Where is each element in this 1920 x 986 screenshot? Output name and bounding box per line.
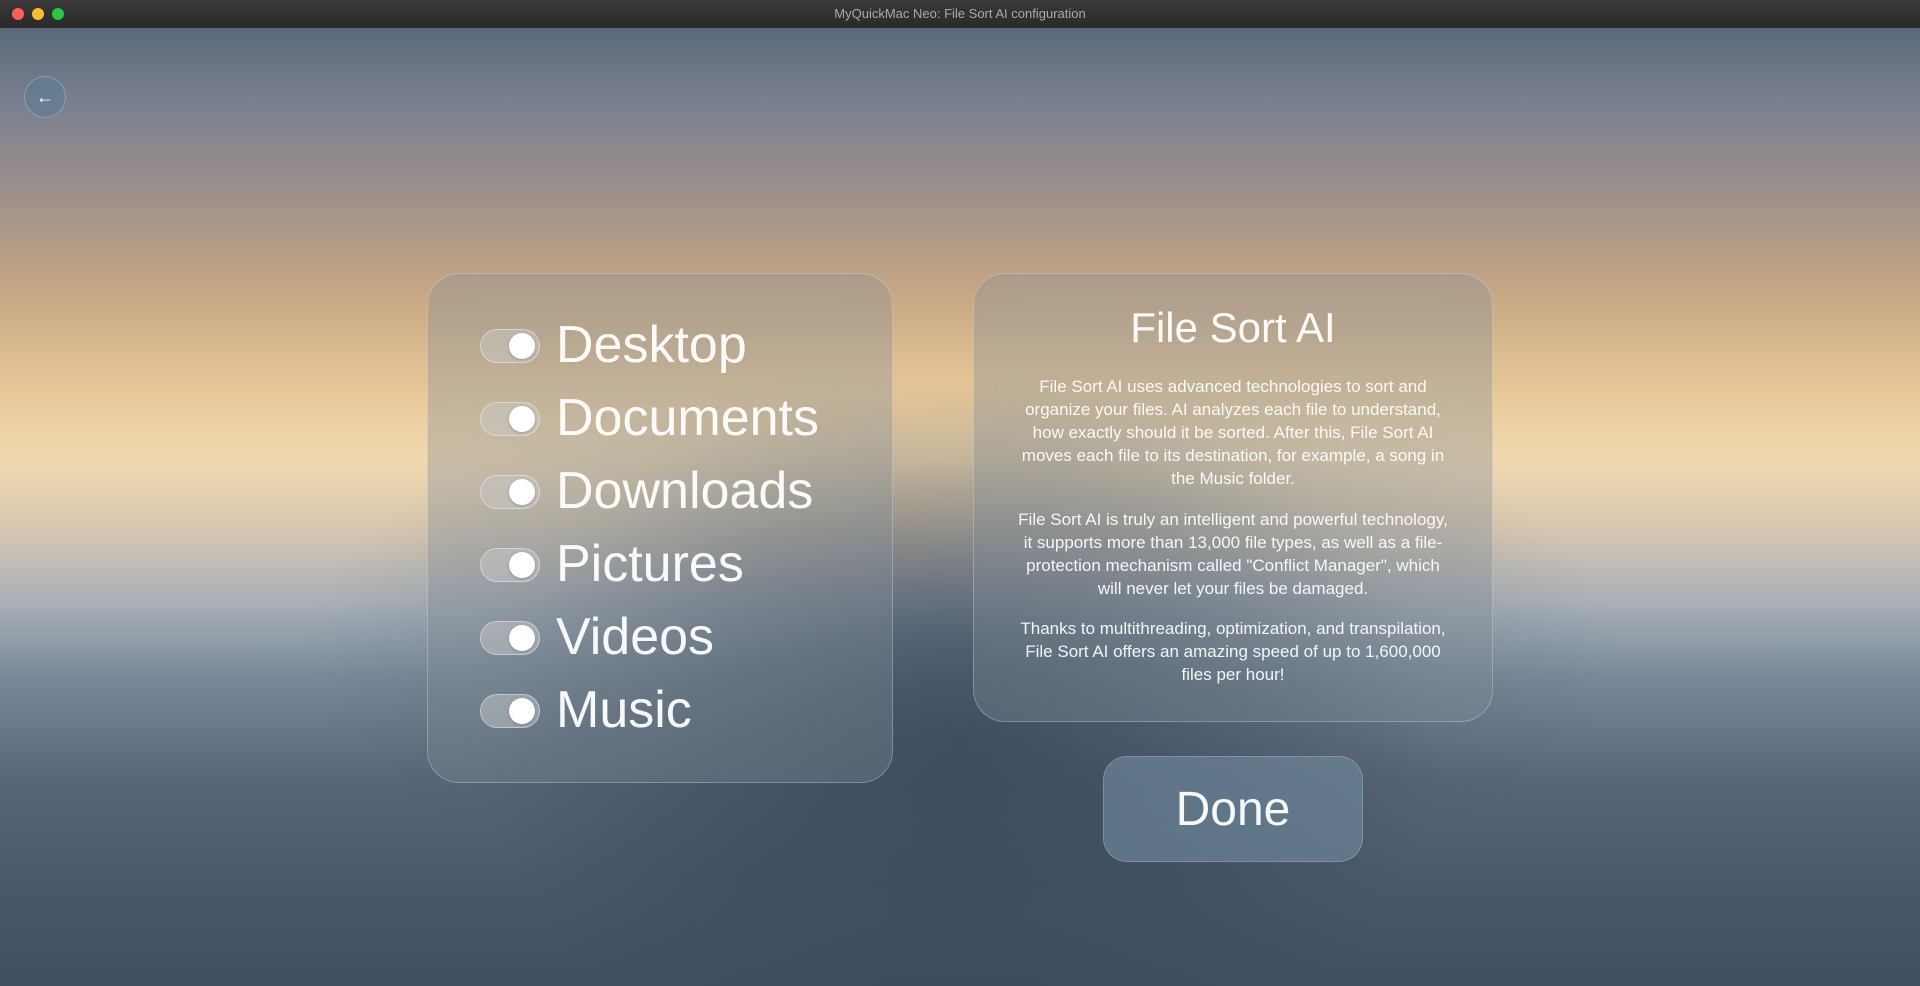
info-paragraph-3: Thanks to multithreading, optimization, … (1014, 618, 1452, 687)
maximize-window-button[interactable] (52, 8, 64, 20)
toggle-downloads[interactable] (480, 475, 540, 509)
toggle-knob (509, 406, 535, 432)
info-paragraph-2: File Sort AI is truly an intelligent and… (1014, 509, 1452, 601)
folder-row-downloads: Downloads (480, 459, 840, 524)
info-paragraph-1: File Sort AI uses advanced technologies … (1014, 376, 1452, 491)
toggle-knob (509, 333, 535, 359)
window-title: MyQuickMac Neo: File Sort AI configurati… (834, 6, 1085, 21)
back-button[interactable]: ← (24, 76, 66, 118)
folder-label: Documents (556, 386, 819, 451)
toggle-knob (509, 552, 535, 578)
toggle-knob (509, 479, 535, 505)
toggle-documents[interactable] (480, 402, 540, 436)
folder-label: Desktop (556, 313, 747, 378)
folder-row-music: Music (480, 678, 840, 743)
folder-row-pictures: Pictures (480, 532, 840, 597)
folder-label: Videos (556, 605, 714, 670)
traffic-lights (0, 8, 64, 20)
folder-label: Music (556, 678, 692, 743)
done-button[interactable]: Done (1103, 756, 1363, 862)
folder-label: Downloads (556, 459, 813, 524)
main-area: ← Desktop Documents Downloads Pictures (0, 28, 1920, 986)
toggle-music[interactable] (480, 694, 540, 728)
close-window-button[interactable] (12, 8, 24, 20)
folder-row-videos: Videos (480, 605, 840, 670)
toggle-desktop[interactable] (480, 329, 540, 363)
title-bar: MyQuickMac Neo: File Sort AI configurati… (0, 0, 1920, 28)
toggle-videos[interactable] (480, 621, 540, 655)
toggle-knob (509, 625, 535, 651)
toggle-pictures[interactable] (480, 548, 540, 582)
content: Desktop Documents Downloads Pictures Vid… (427, 273, 1493, 862)
right-column: File Sort AI File Sort AI uses advanced … (973, 273, 1493, 862)
folder-row-documents: Documents (480, 386, 840, 451)
minimize-window-button[interactable] (32, 8, 44, 20)
back-arrow-icon: ← (36, 87, 54, 108)
done-button-label: Done (1176, 782, 1291, 837)
toggle-knob (509, 698, 535, 724)
info-panel: File Sort AI File Sort AI uses advanced … (973, 273, 1493, 722)
info-title: File Sort AI (1014, 304, 1452, 352)
folder-row-desktop: Desktop (480, 313, 840, 378)
folders-panel: Desktop Documents Downloads Pictures Vid… (427, 273, 893, 783)
folder-label: Pictures (556, 532, 744, 597)
